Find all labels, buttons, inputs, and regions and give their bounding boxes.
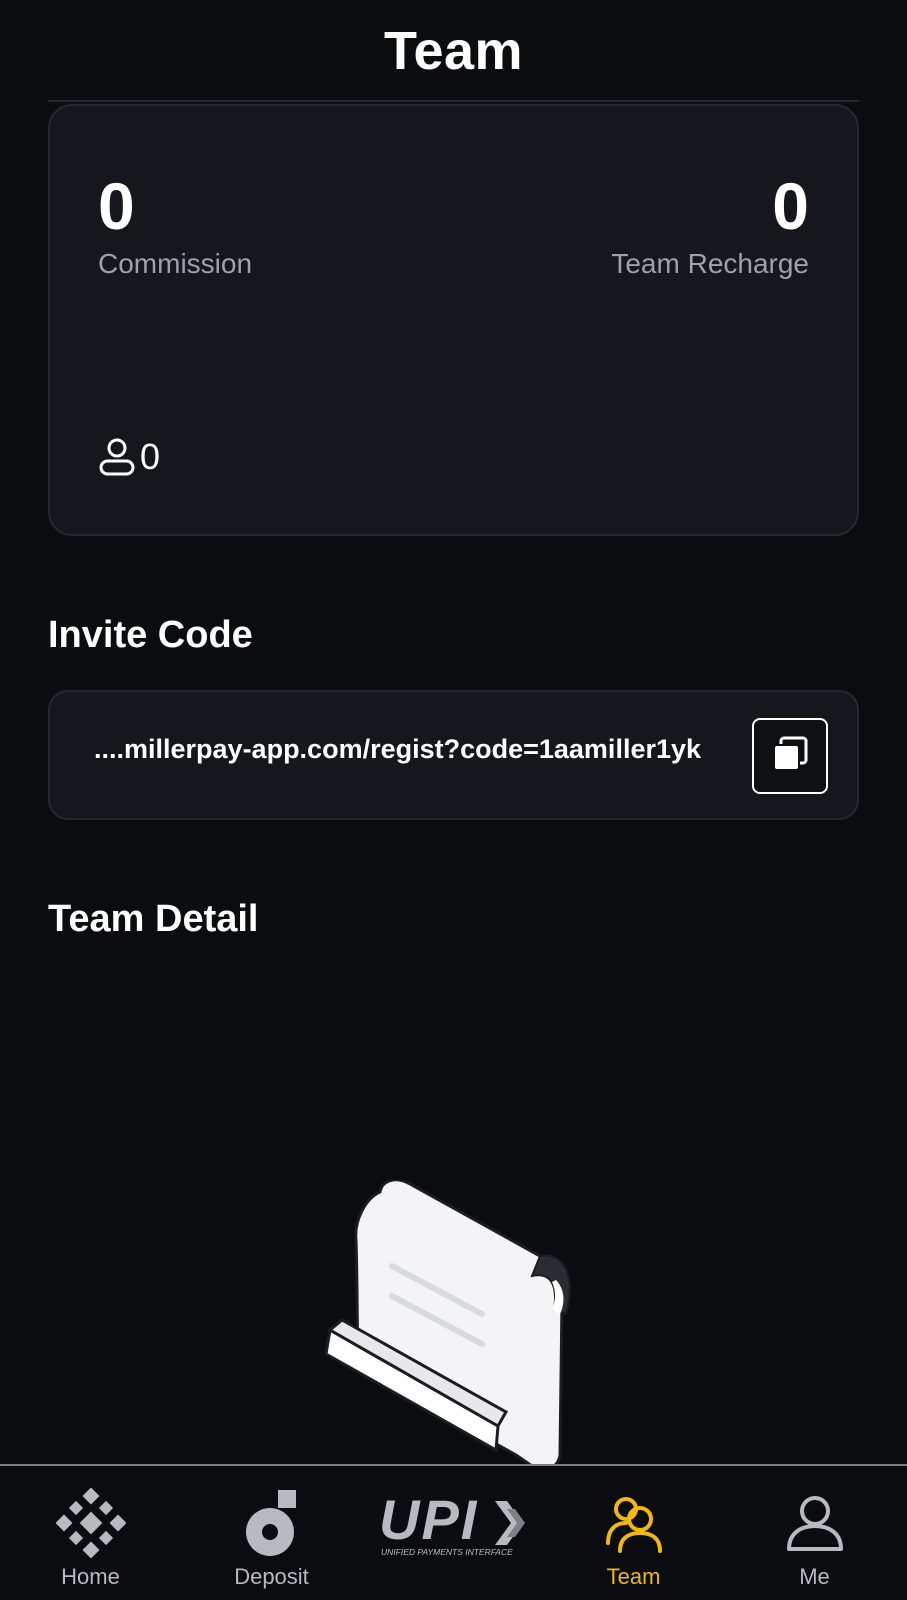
nav-me-label: Me: [799, 1564, 830, 1589]
nav-home-label: Home: [61, 1564, 120, 1589]
team-stats-card: 0 Commission 0 Team Recharge 0: [48, 104, 859, 536]
member-count: 0: [98, 436, 160, 478]
commission-stat: 0 Commission: [98, 166, 252, 280]
nav-upi[interactable]: UPI UNIFIED PAYMENTS INTERFACE: [362, 1466, 543, 1600]
nav-home[interactable]: Home: [0, 1466, 181, 1600]
team-detail-title: Team Detail: [48, 898, 259, 940]
me-icon: [785, 1488, 845, 1558]
empty-document-illustration: [320, 1178, 590, 1471]
invite-code-title: Invite Code: [48, 614, 253, 656]
nav-deposit[interactable]: Deposit: [181, 1466, 362, 1600]
invite-code-box: ....millerpay-app.com/regist?code=1aamil…: [48, 690, 859, 820]
page-title: Team: [383, 21, 524, 81]
deposit-icon: [242, 1488, 302, 1558]
team-recharge-stat: 0 Team Recharge: [611, 166, 809, 280]
commission-value: 0: [98, 169, 135, 243]
team-icon: [602, 1488, 666, 1558]
team-recharge-label: Team Recharge: [611, 248, 809, 279]
team-recharge-value: 0: [772, 169, 809, 243]
invite-link[interactable]: ....millerpay-app.com/regist?code=1aamil…: [94, 734, 754, 765]
nav-me[interactable]: Me: [724, 1466, 905, 1600]
copy-icon: [770, 734, 810, 779]
header-divider: [48, 100, 859, 102]
upi-logo: UPI UNIFIED PAYMENTS INTERFACE: [373, 1488, 533, 1558]
team-screen: Team 0 Commission 0 Team Recharge 0 Invi…: [0, 0, 907, 1600]
nav-deposit-label: Deposit: [234, 1564, 309, 1589]
commission-label: Commission: [98, 248, 253, 279]
copy-button[interactable]: [752, 718, 828, 794]
nav-team[interactable]: Team: [543, 1466, 724, 1600]
upi-subtitle: UNIFIED PAYMENTS INTERFACE: [381, 1547, 513, 1557]
home-icon: [55, 1488, 126, 1558]
upi-logo-text: UPI: [379, 1488, 478, 1551]
nav-team-label: Team: [606, 1564, 661, 1589]
bottom-navigation: Home Deposit UPI UNIFIED PAYMENTS INTERF…: [0, 1464, 907, 1600]
user-icon: [98, 437, 136, 477]
member-count-value: 0: [140, 436, 161, 477]
header: Team: [0, 0, 907, 103]
